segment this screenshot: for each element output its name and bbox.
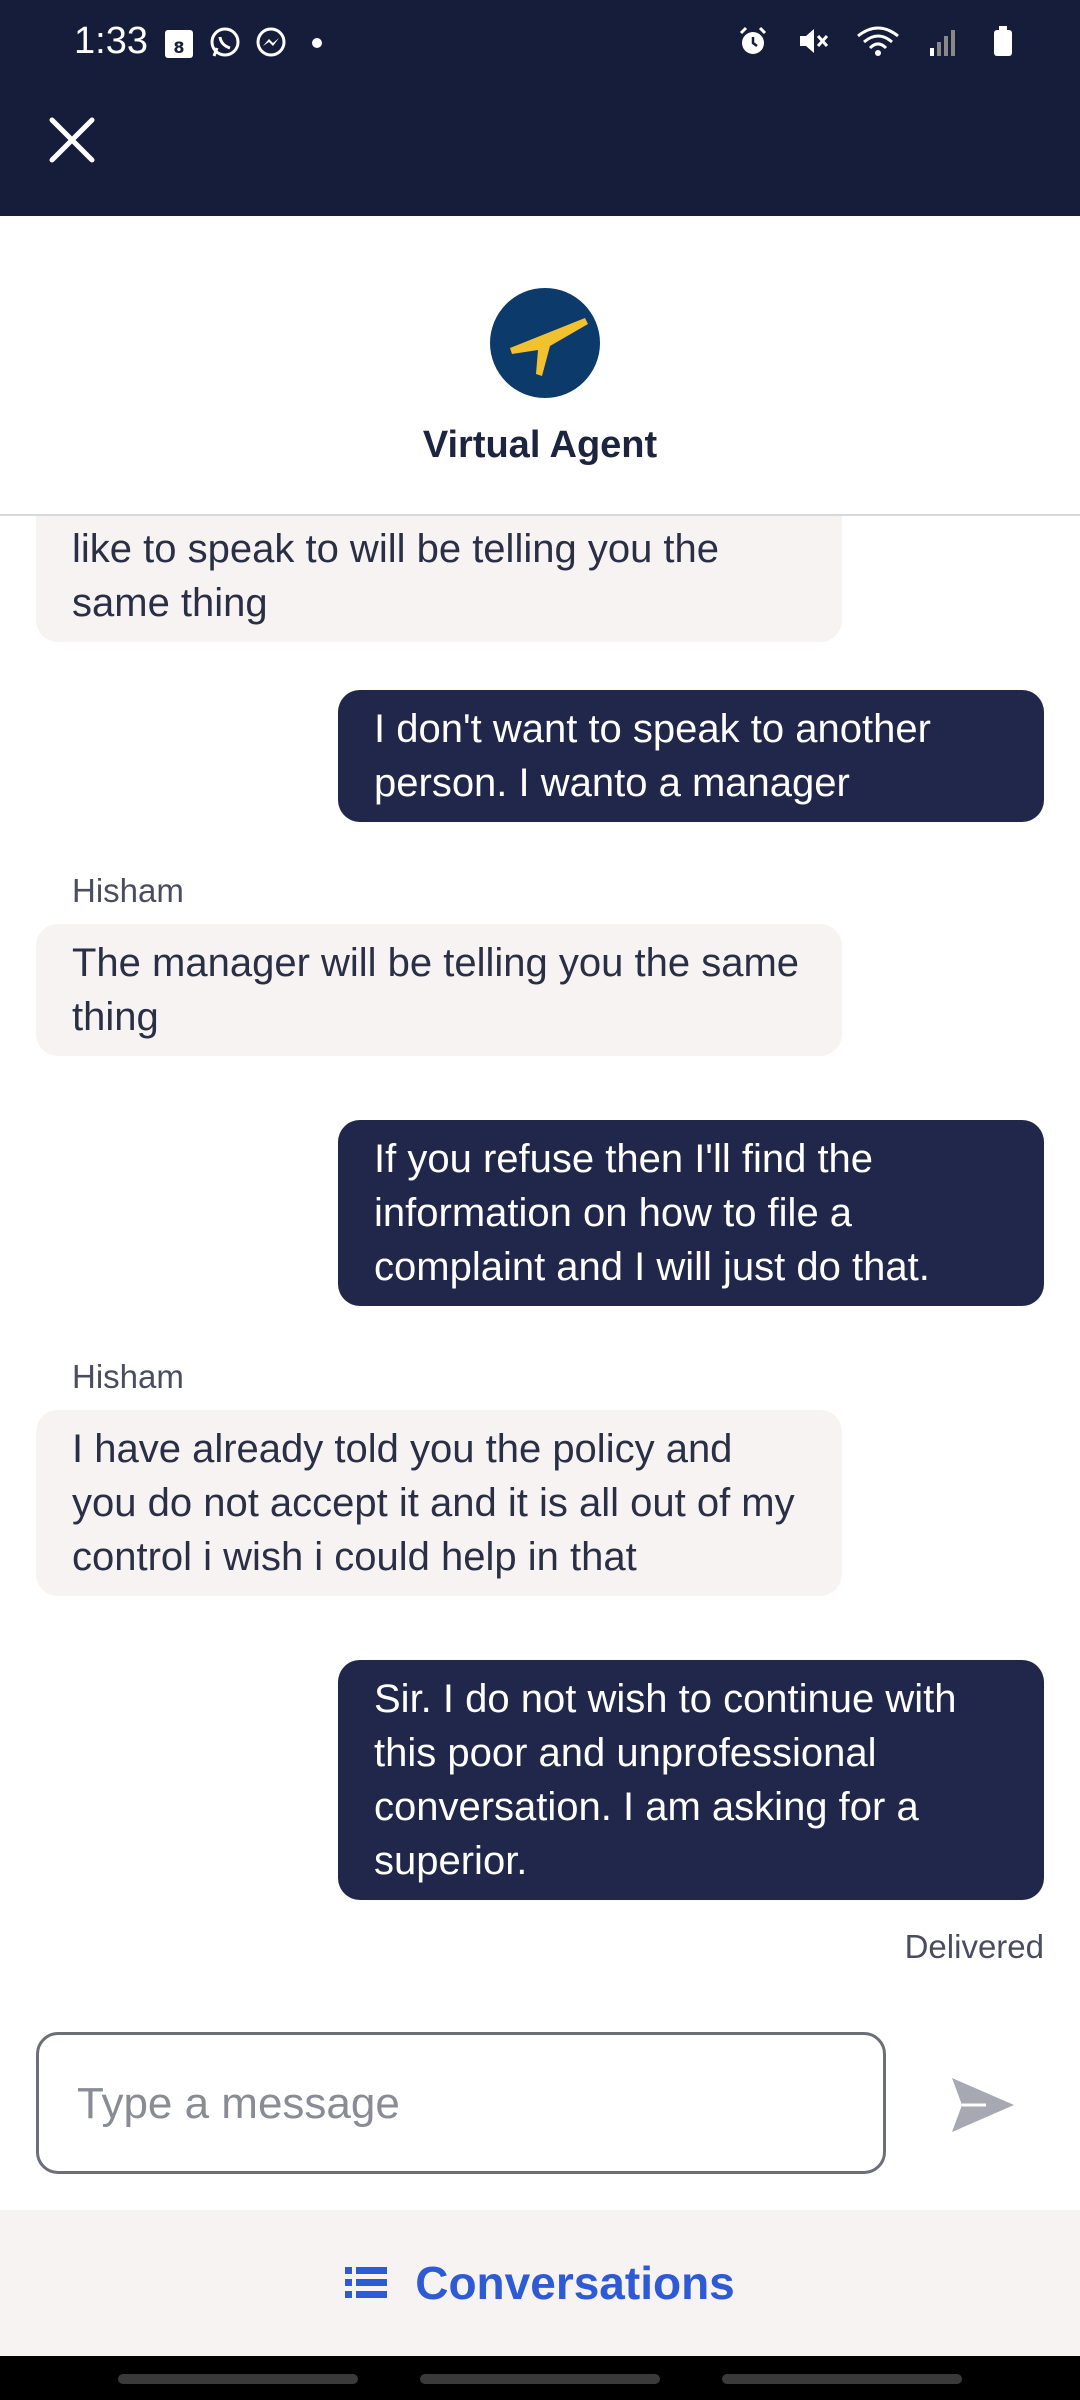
battery-icon (986, 24, 1020, 58)
nav-home-button[interactable] (420, 2374, 660, 2384)
message-composer (36, 2032, 886, 2174)
signal-icon (926, 24, 960, 58)
messenger-icon (254, 26, 288, 60)
calendar-icon: 8 (162, 26, 196, 60)
status-time: 1:33 (74, 20, 148, 62)
status-system-icons (736, 24, 1020, 58)
bottom-bar: Conversations (0, 2210, 1080, 2356)
sender-name: Hisham (72, 1358, 184, 1395)
nav-recent-button[interactable] (118, 2374, 358, 2384)
message-input[interactable] (75, 2035, 859, 2173)
agent-header: Virtual Agent (0, 216, 1080, 516)
user-message: If you refuse then I'll find the informa… (338, 1120, 1044, 1306)
whatsapp-icon (208, 26, 242, 60)
status-bar: 1:33 8 (0, 0, 1080, 92)
nav-back-button[interactable] (722, 2374, 962, 2384)
agent-name: Virtual Agent (422, 424, 658, 466)
top-bar: 1:33 8 (0, 0, 1080, 216)
list-icon (345, 2267, 388, 2298)
user-message: I don't want to speak to another person.… (338, 690, 1044, 822)
system-navigation-bar (0, 2356, 1080, 2400)
send-icon (952, 2078, 1014, 2132)
wifi-icon (856, 24, 900, 58)
conversations-button[interactable]: Conversations (0, 2210, 1080, 2356)
agent-message: like to speak to will be telling you the… (36, 516, 842, 642)
agent-logo (490, 288, 600, 398)
chat-transcript[interactable]: like to speak to will be telling you the… (0, 516, 1080, 1996)
user-message: Sir. I do not wish to continue with this… (338, 1660, 1044, 1900)
svg-text:8: 8 (173, 38, 184, 57)
delivery-status: Delivered (904, 1928, 1044, 1965)
send-button[interactable] (946, 2068, 1020, 2142)
dot-icon (300, 26, 334, 60)
agent-message: I have already told you the policy and y… (36, 1410, 842, 1596)
mute-icon (796, 24, 830, 58)
close-icon (49, 117, 95, 163)
conversations-label: Conversations (415, 2257, 735, 2309)
close-button[interactable] (44, 112, 100, 168)
status-notification-icons: 8 (162, 26, 334, 60)
sender-name: Hisham (72, 872, 184, 909)
agent-message: The manager will be telling you the same… (36, 924, 842, 1056)
alarm-icon (736, 24, 770, 58)
